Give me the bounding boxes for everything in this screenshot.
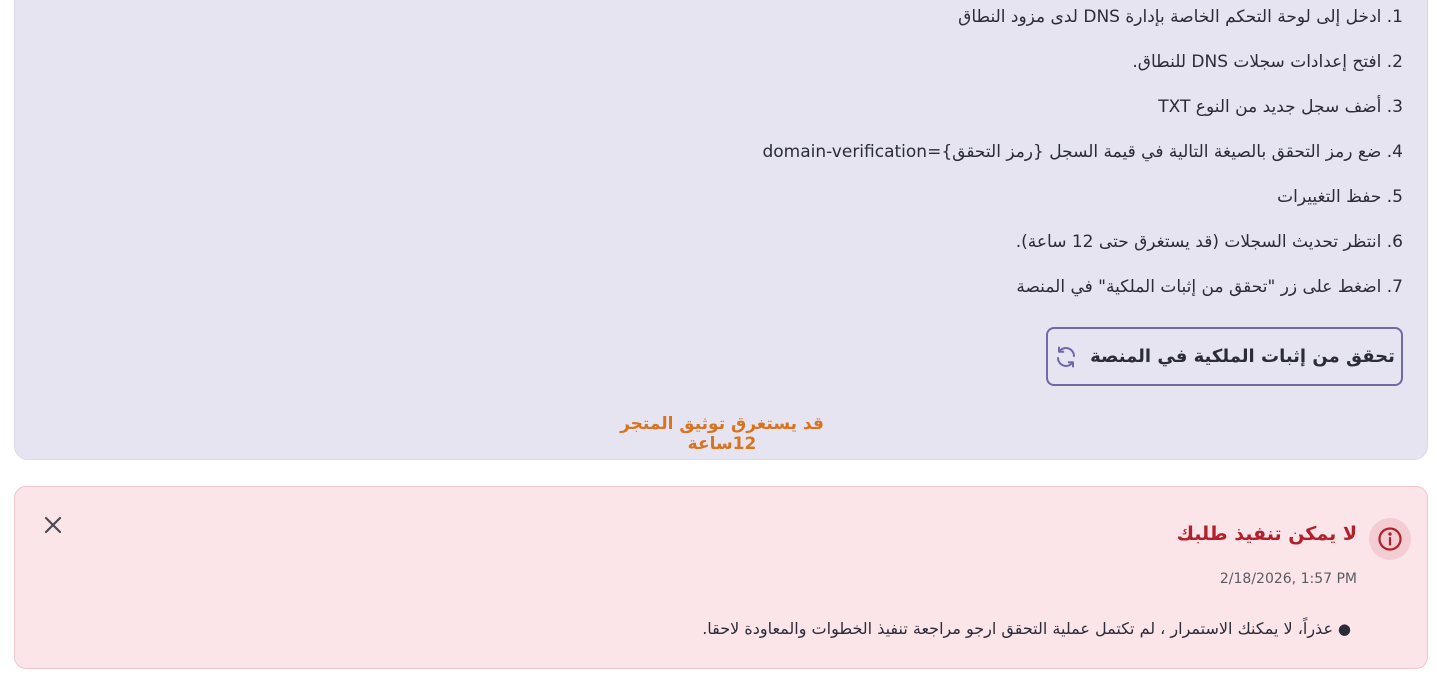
instruction-step-4: 4. ضع رمز التحقق بالصيغة التالية في قيمة… bbox=[762, 142, 1403, 162]
instruction-step-5: 5. حفظ التغييرات bbox=[1277, 187, 1403, 207]
close-icon[interactable] bbox=[41, 513, 65, 537]
instruction-step-1: 1. ادخل إلى لوحة التحكم الخاصة بإدارة DN… bbox=[958, 7, 1403, 27]
error-message: عذراً، لا يمكنك الاستمرار ، لم تكتمل عمل… bbox=[702, 619, 1333, 638]
instruction-step-7: 7. اضغط على زر "تحقق من إثبات الملكية" ف… bbox=[1016, 277, 1403, 297]
verify-ownership-button[interactable]: تحقق من إثبات الملكية في المنصة bbox=[1046, 327, 1403, 386]
error-title: لا يمكن تنفيذ طلبك bbox=[1176, 523, 1357, 545]
verify-ownership-label: تحقق من إثبات الملكية في المنصة bbox=[1090, 346, 1395, 367]
instruction-step-2: 2. افتح إعدادات سجلات DNS للنطاق. bbox=[1132, 52, 1403, 72]
refresh-icon bbox=[1054, 345, 1078, 369]
error-alert: لا يمكن تنفيذ طلبك 2/18/2026, 1:57 PM ● … bbox=[14, 486, 1428, 669]
instruction-step-6: 6. انتظر تحديث السجلات (قد يستغرق حتى 12… bbox=[1015, 232, 1403, 252]
info-icon bbox=[1369, 518, 1411, 560]
bullet-marker: ● bbox=[1337, 620, 1351, 638]
dns-instructions-card: 1. ادخل إلى لوحة التحكم الخاصة بإدارة DN… bbox=[14, 0, 1428, 460]
verification-time-notice: قد يستغرق توثيق المتجر 12ساعة bbox=[620, 414, 824, 454]
error-timestamp: 2/18/2026, 1:57 PM bbox=[1219, 571, 1357, 587]
instruction-step-3: 3. أضف سجل جديد من النوع TXT bbox=[1158, 97, 1403, 117]
